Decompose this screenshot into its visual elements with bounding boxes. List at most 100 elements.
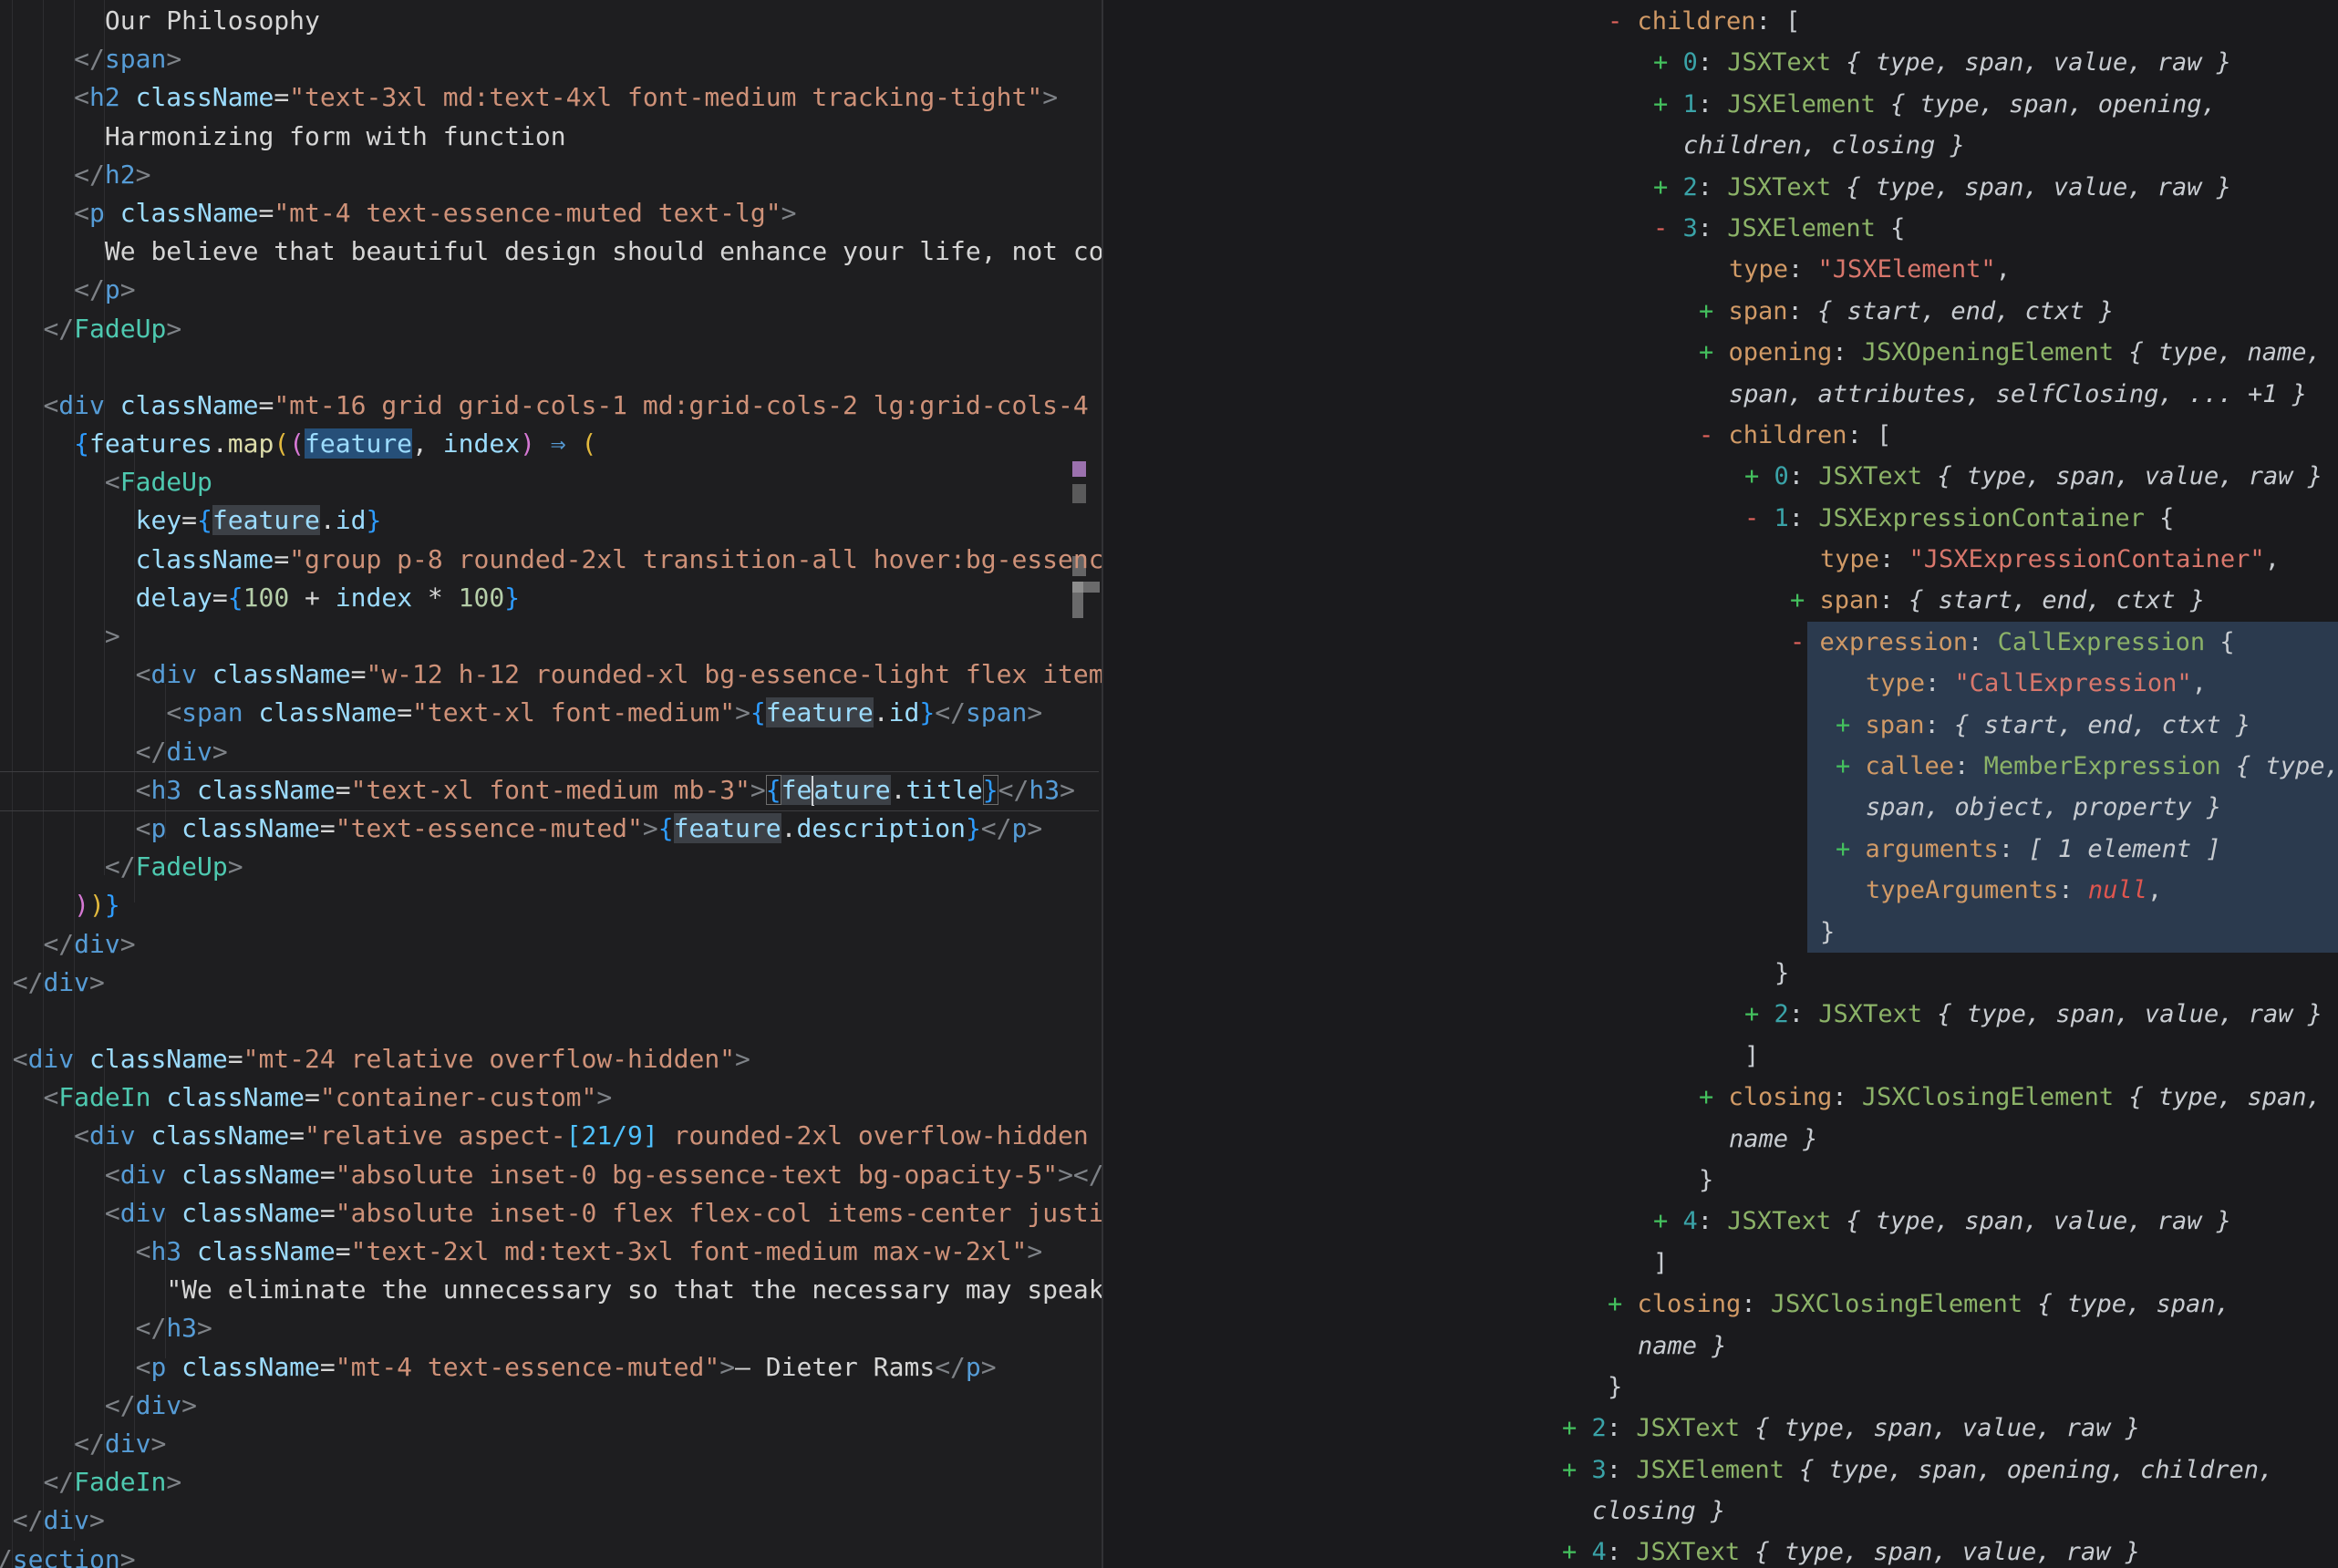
ast-node-row[interactable]: + 4: JSXText { type, span, value, raw } [1103,1201,2338,1242]
ast-node-row[interactable]: + 2: JSXText { type, span, value, raw } [1103,1408,2338,1449]
ast-row[interactable]: type: "CallExpression", [1103,663,2338,704]
ast-row[interactable]: } [1103,1367,2338,1408]
code-line[interactable]: > [0,617,1102,655]
code-line[interactable]: <FadeIn className="container-custom"> [0,1078,1102,1117]
expand-toggle-icon[interactable]: + [1699,1083,1729,1111]
ast-tree-pane[interactable]: - children: [+ 0: JSXText { type, span, … [1103,0,2338,1568]
expand-toggle-icon[interactable]: + [1699,338,1729,366]
code-line[interactable]: delay={100 + index * 100} [0,579,1102,617]
code-line[interactable]: <span className="text-xl font-medium">{f… [0,694,1102,732]
ast-node-row[interactable]: + 2: JSXText { type, span, value, raw } [1103,994,2338,1035]
code-line[interactable]: </p> [0,271,1102,309]
code-line[interactable]: </h3> [0,1309,1102,1347]
ast-row[interactable]: ] [1103,1036,2338,1077]
code-line[interactable]: </section> [0,1541,1102,1568]
code-line[interactable]: <h3 className="text-2xl md:text-3xl font… [0,1233,1102,1271]
ast-node-row[interactable]: - 1: JSXExpressionContainer { [1103,498,2338,539]
expand-toggle-icon[interactable]: + [1562,1414,1592,1442]
code-line[interactable]: {features.map((feature, index) ⇒ ( [0,425,1102,463]
code-line[interactable]: <div className="absolute inset-0 bg-esse… [0,1156,1102,1194]
ast-row[interactable]: type: "JSXExpressionContainer", [1103,539,2338,580]
expand-toggle-icon[interactable]: + [1836,752,1866,780]
pane-resize-divider[interactable] [1102,0,1103,1568]
ast-node-row[interactable]: + 3: JSXElement { type, span, opening, c… [1103,1449,2338,1491]
code-line[interactable]: </FadeUp> [0,848,1102,886]
code-editor-pane[interactable]: Our Philosophy</span><h2 className="text… [0,0,1102,1568]
ast-row[interactable]: typeArguments: null, [1103,870,2338,911]
ast-row[interactable]: } [1103,953,2338,994]
collapse-toggle-icon[interactable]: - [1653,214,1683,242]
code-line[interactable]: </div> [0,733,1102,771]
ast-row[interactable]: span, attributes, selfClosing, ... +1 } [1103,374,2338,415]
code-line[interactable]: Harmonizing form with function [0,118,1102,156]
ast-node-row[interactable]: + 1: JSXElement { type, span, opening, [1103,84,2338,125]
ast-node-row[interactable]: - expression: CallExpression { [1103,622,2338,663]
code-line[interactable]: "We eliminate the unnecessary so that th… [0,1271,1102,1309]
code-line[interactable]: <div className="absolute inset-0 flex fl… [0,1194,1102,1233]
code-line[interactable]: </h2> [0,156,1102,194]
code-line[interactable]: </div> [0,1425,1102,1463]
code-line[interactable] [0,1002,1102,1040]
code-line[interactable]: <FadeUp [0,463,1102,501]
collapse-toggle-icon[interactable]: - [1608,7,1638,36]
ast-node-row[interactable]: + span: { start, end, ctxt } [1103,705,2338,746]
code-line[interactable]: <p className="text-essence-muted">{featu… [0,810,1102,848]
ast-node-row[interactable]: + 0: JSXText { type, span, value, raw } [1103,42,2338,83]
ast-row[interactable]: name } [1103,1119,2338,1160]
expand-toggle-icon[interactable]: + [1699,297,1729,325]
ast-row[interactable]: } [1103,1160,2338,1201]
code-line[interactable]: </div> [0,1387,1102,1425]
code-line[interactable]: ))} [0,886,1102,924]
ast-node-row[interactable]: + 0: JSXText { type, span, value, raw } [1103,456,2338,497]
ast-row[interactable]: name } [1103,1326,2338,1367]
expand-toggle-icon[interactable]: + [1790,586,1820,614]
code-line[interactable]: <div className="w-12 h-12 rounded-xl bg-… [0,655,1102,694]
collapse-toggle-icon[interactable]: - [1744,504,1774,532]
expand-toggle-icon[interactable]: + [1744,462,1774,490]
code-line[interactable]: </FadeUp> [0,310,1102,348]
ast-node-row[interactable]: - children: [ [1103,1,2338,42]
ast-node-row[interactable]: + opening: JSXOpeningElement { type, nam… [1103,332,2338,373]
code-line[interactable]: <p className="mt-4 text-essence-muted te… [0,194,1102,232]
code-line[interactable]: Our Philosophy [0,2,1102,40]
ast-node-row[interactable]: + 4: JSXText { type, span, value, raw } [1103,1532,2338,1568]
collapse-toggle-icon[interactable]: - [1790,628,1820,656]
code-line[interactable]: </span> [0,40,1102,78]
expand-toggle-icon[interactable]: + [1562,1538,1592,1566]
code-line[interactable]: We believe that beautiful design should … [0,232,1102,271]
ast-row[interactable]: } [1103,912,2338,953]
ast-row[interactable]: ] [1103,1243,2338,1284]
code-line[interactable]: </div> [0,925,1102,964]
expand-toggle-icon[interactable]: + [1744,1000,1774,1028]
ast-node-row[interactable]: + span: { start, end, ctxt } [1103,291,2338,332]
expand-toggle-icon[interactable]: + [1653,48,1683,77]
ast-node-row[interactable]: + arguments: [ 1 element ] [1103,829,2338,870]
ast-row[interactable]: children, closing } [1103,125,2338,166]
ast-node-row[interactable]: + closing: JSXClosingElement { type, spa… [1103,1284,2338,1325]
ast-node-row[interactable]: + span: { start, end, ctxt } [1103,580,2338,621]
ast-node-row[interactable]: - children: [ [1103,415,2338,456]
expand-toggle-icon[interactable]: + [1608,1290,1638,1318]
expand-toggle-icon[interactable]: + [1836,711,1866,739]
expand-toggle-icon[interactable]: + [1836,835,1866,863]
expand-toggle-icon[interactable]: + [1562,1456,1592,1484]
code-line[interactable]: </FadeIn> [0,1463,1102,1501]
expand-toggle-icon[interactable]: + [1653,90,1683,119]
code-line[interactable]: </div> [0,964,1102,1002]
expand-toggle-icon[interactable]: + [1653,173,1683,201]
ast-row[interactable]: type: "JSXElement", [1103,249,2338,290]
code-line[interactable]: <div className="mt-24 relative overflow-… [0,1040,1102,1078]
code-line[interactable] [0,348,1102,387]
expand-toggle-icon[interactable]: + [1653,1207,1683,1235]
code-line[interactable]: <div className="mt-16 grid grid-cols-1 m… [0,387,1102,425]
ast-node-row[interactable]: + callee: MemberExpression { type, [1103,746,2338,787]
ast-node-row[interactable]: + closing: JSXClosingElement { type, spa… [1103,1077,2338,1118]
code-line[interactable]: key={feature.id} [0,501,1102,540]
ast-row[interactable]: span, object, property } [1103,787,2338,828]
ast-row[interactable]: closing } [1103,1491,2338,1532]
code-line[interactable]: className="group p-8 rounded-2xl transit… [0,541,1102,579]
code-line-current[interactable]: <h3 className="text-xl font-medium mb-3"… [0,771,1102,810]
code-line[interactable]: </div> [0,1501,1102,1540]
collapse-toggle-icon[interactable]: - [1699,421,1729,449]
code-line[interactable]: <h2 className="text-3xl md:text-4xl font… [0,78,1102,117]
